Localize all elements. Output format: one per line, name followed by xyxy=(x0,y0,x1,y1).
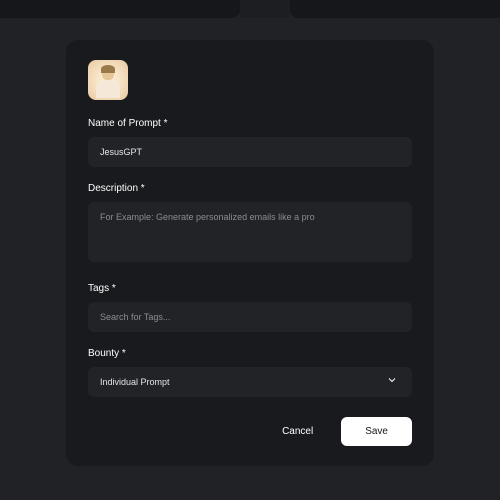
bounty-select-wrap: Individual Prompt xyxy=(88,367,412,397)
top-tabs xyxy=(0,0,500,18)
form-actions: Cancel Save xyxy=(88,417,412,446)
tags-label: Tags * xyxy=(88,283,412,294)
bounty-label: Bounty * xyxy=(88,348,412,359)
cancel-button[interactable]: Cancel xyxy=(266,418,329,445)
description-label: Description * xyxy=(88,183,412,194)
save-button[interactable]: Save xyxy=(341,417,412,446)
tab-button-right[interactable] xyxy=(290,0,500,18)
prompt-form-card: Name of Prompt * Description * Tags * Bo… xyxy=(66,40,434,466)
name-label: Name of Prompt * xyxy=(88,118,412,129)
tab-button-left[interactable] xyxy=(0,0,240,18)
prompt-avatar[interactable] xyxy=(88,60,128,100)
bounty-select[interactable]: Individual Prompt xyxy=(88,367,412,397)
tags-input[interactable] xyxy=(88,302,412,332)
name-input[interactable] xyxy=(88,137,412,167)
tab-active-gap xyxy=(240,0,290,18)
description-textarea[interactable] xyxy=(88,202,412,262)
